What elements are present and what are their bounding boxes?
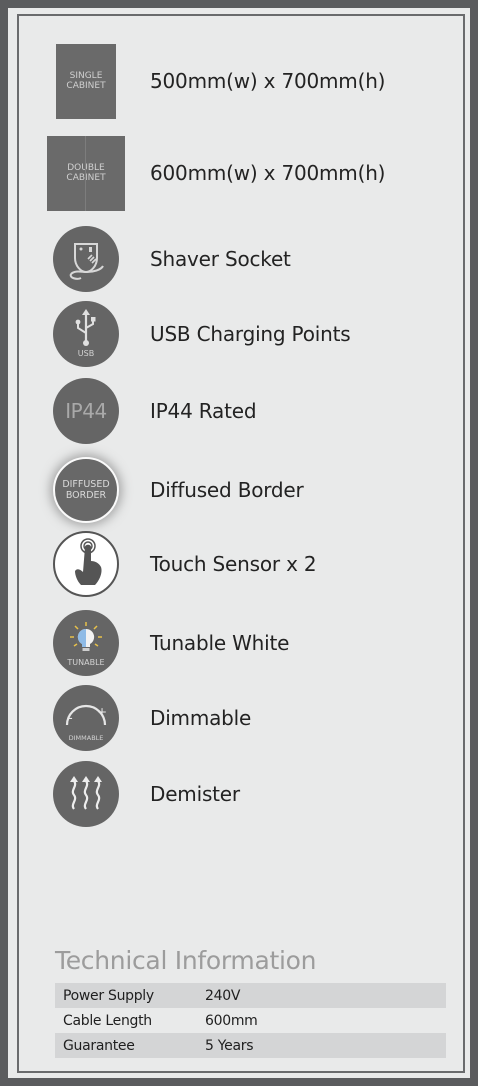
table-row: Guarantee 5 Years — [55, 1033, 446, 1058]
plus-glyph: + — [97, 705, 107, 719]
feature-label: 500mm(w) x 700mm(h) — [150, 69, 386, 93]
feature-label: IP44 Rated — [150, 399, 257, 423]
feature-ip44: IP44 IP44 Rated — [46, 371, 446, 451]
shaver-socket-icon — [53, 226, 119, 292]
feature-label: Tunable White — [150, 631, 290, 655]
usb-icon: USB — [53, 301, 119, 367]
feature-double-cabinet: DOUBLE CABINET 600mm(w) x 700mm(h) — [46, 133, 446, 213]
feature-label: Shaver Socket — [150, 247, 291, 271]
feature-diffused-border: DIFFUSED BORDER Diffused Border — [46, 450, 446, 530]
double-cabinet-icon: DOUBLE CABINET — [47, 135, 125, 211]
ip44-icon: IP44 — [53, 378, 119, 444]
touch-sensor-icon — [53, 531, 119, 597]
tunable-white-icon: TUNABLE — [53, 610, 119, 676]
diffused-border-icon: DIFFUSED BORDER — [53, 457, 119, 523]
table-row: Power Supply 240V — [55, 983, 446, 1008]
technical-information-table: Power Supply 240V Cable Length 600mm Gua… — [55, 983, 446, 1058]
demister-icon — [53, 761, 119, 827]
dimmable-icon: - + DIMMABLE — [53, 685, 119, 751]
feature-usb-charging: USB USB Charging Points — [46, 294, 446, 374]
feature-label: Demister — [150, 782, 240, 806]
feature-touch-sensor: Touch Sensor x 2 — [46, 524, 446, 604]
single-cabinet-icon: SINGLE CABINET — [56, 43, 116, 119]
feature-label: USB Charging Points — [150, 322, 351, 346]
feature-single-cabinet: SINGLE CABINET 500mm(w) x 700mm(h) — [46, 41, 446, 121]
feature-tunable-white: TUNABLE Tunable White — [46, 603, 446, 683]
minus-glyph: - — [68, 711, 73, 726]
spec-panel: SINGLE CABINET 500mm(w) x 700mm(h) DOUBL… — [8, 8, 470, 1078]
feature-label: Touch Sensor x 2 — [150, 552, 317, 576]
feature-demister: Demister — [46, 754, 446, 834]
table-row: Cable Length 600mm — [63, 1012, 258, 1029]
feature-label: Dimmable — [150, 706, 252, 730]
feature-label: 600mm(w) x 700mm(h) — [150, 161, 386, 185]
feature-label: Diffused Border — [150, 478, 304, 502]
feature-shaver-socket: Shaver Socket — [46, 219, 446, 299]
technical-information-title: Technical Information — [55, 946, 317, 975]
feature-dimmable: - + DIMMABLE Dimmable — [46, 678, 446, 758]
